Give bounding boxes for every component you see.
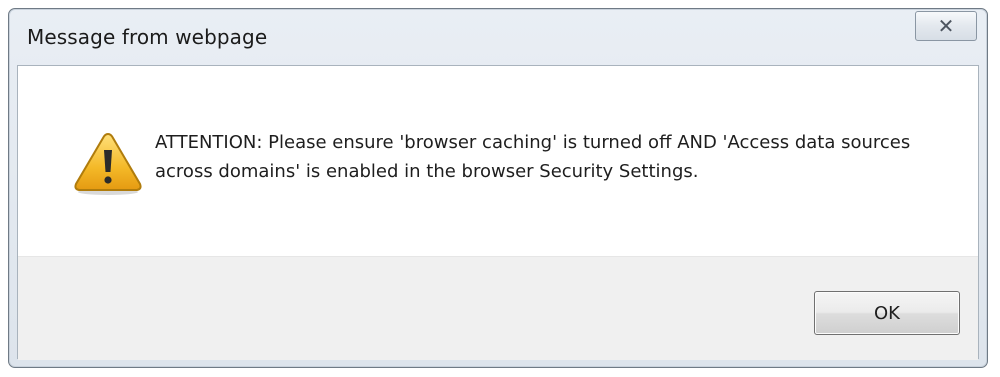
dialog-window: Message from webpage ✕ ATTENTION: Please… [8, 8, 988, 368]
warning-icon [74, 132, 142, 195]
message-area: ATTENTION: Please ensure 'browser cachin… [18, 66, 978, 256]
ok-button[interactable]: OK [814, 291, 960, 335]
close-button[interactable]: ✕ [915, 11, 977, 41]
close-icon: ✕ [937, 14, 955, 38]
message-text: ATTENTION: Please ensure 'browser cachin… [155, 132, 911, 182]
dialog-content: ATTENTION: Please ensure 'browser cachin… [17, 65, 979, 360]
title-bar[interactable]: Message from webpage ✕ [9, 9, 987, 65]
button-area: OK [18, 256, 978, 360]
dialog-title: Message from webpage [27, 25, 268, 49]
